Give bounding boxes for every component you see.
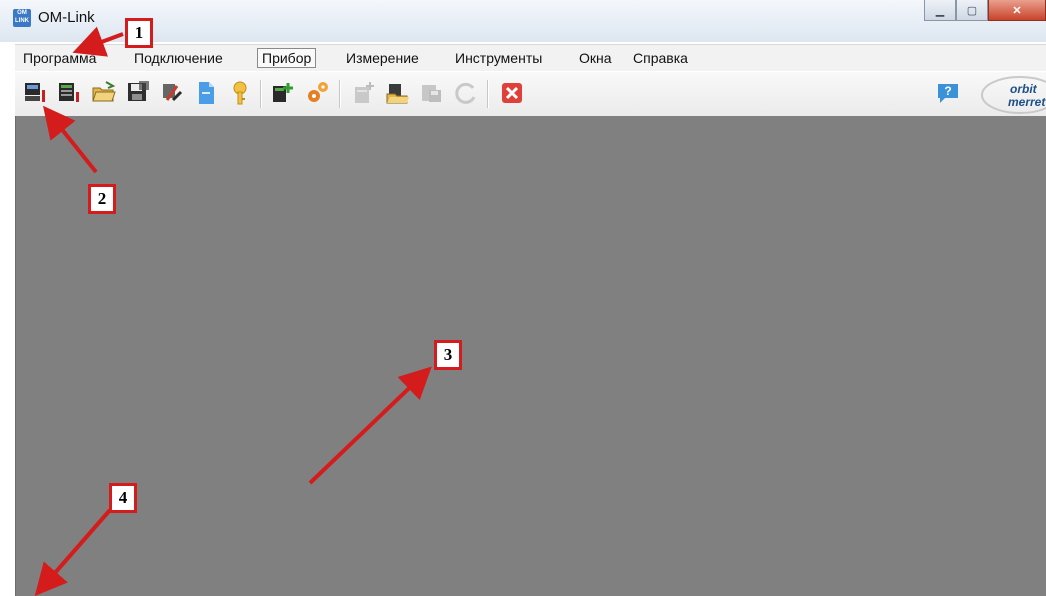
arrow-2 bbox=[43, 105, 98, 174]
arrow-1 bbox=[72, 26, 124, 57]
annotation-arrows bbox=[34, 26, 432, 596]
arrow-4 bbox=[34, 508, 112, 596]
callout-2: 2 bbox=[88, 184, 116, 214]
callout-3: 3 bbox=[434, 340, 462, 370]
callout-4: 4 bbox=[109, 483, 137, 513]
callout-1: 1 bbox=[125, 18, 153, 48]
arrow-3 bbox=[308, 366, 432, 485]
